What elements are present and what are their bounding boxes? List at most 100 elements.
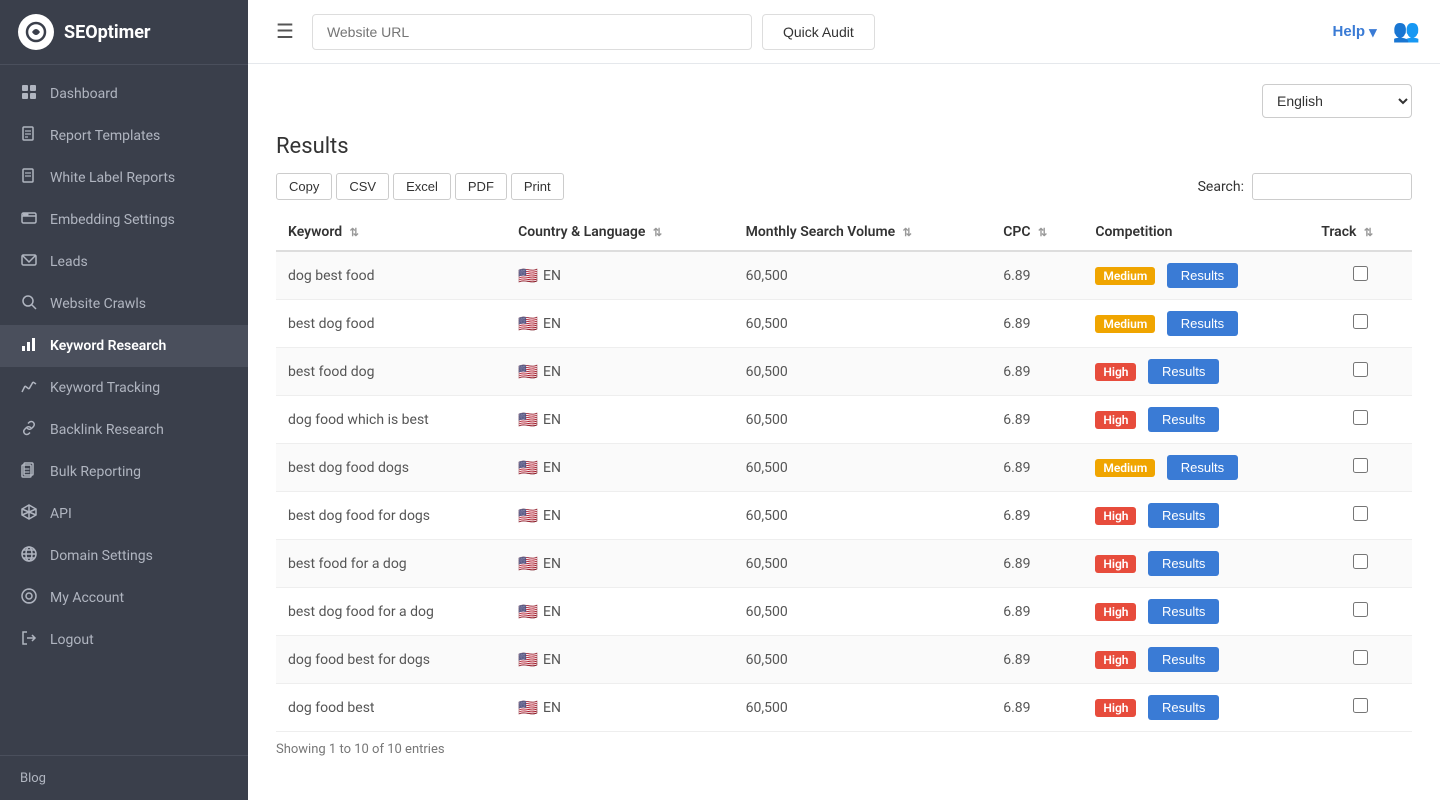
track-checkbox[interactable] (1353, 410, 1368, 425)
language-code: EN (543, 652, 561, 668)
results-button[interactable]: Results (1167, 263, 1238, 288)
nav-icon-leads (20, 252, 38, 272)
track-checkbox[interactable] (1353, 554, 1368, 569)
cell-competition: Medium Results (1083, 251, 1309, 300)
showing-text: Showing 1 to 10 of 10 entries (276, 742, 1412, 757)
language-code: EN (543, 556, 561, 572)
nav-icon-keyword-research (20, 336, 38, 356)
nav-label-website-crawls: Website Crawls (50, 296, 146, 312)
results-button[interactable]: Results (1148, 407, 1219, 432)
sidebar-item-white-label-reports[interactable]: White Label Reports (0, 157, 248, 199)
results-button[interactable]: Results (1148, 599, 1219, 624)
nav-icon-embedding-settings (20, 210, 38, 230)
search-bar: Search: (1198, 173, 1412, 200)
track-checkbox[interactable] (1353, 362, 1368, 377)
sidebar-item-report-templates[interactable]: Report Templates (0, 115, 248, 157)
cell-cpc: 6.89 (991, 444, 1083, 492)
results-button[interactable]: Results (1167, 311, 1238, 336)
sidebar-item-backlink-research[interactable]: Backlink Research (0, 409, 248, 451)
sidebar-item-my-account[interactable]: My Account (0, 577, 248, 619)
hamburger-button[interactable]: ☰ (268, 15, 302, 48)
sidebar-item-website-crawls[interactable]: Website Crawls (0, 283, 248, 325)
flag-icon: 🇺🇸 (518, 410, 538, 429)
export-csv-button[interactable]: CSV (336, 173, 389, 200)
search-input[interactable] (1252, 173, 1412, 200)
sidebar-item-leads[interactable]: Leads (0, 241, 248, 283)
export-copy-button[interactable]: Copy (276, 173, 332, 200)
results-button[interactable]: Results (1148, 551, 1219, 576)
table-row: best food dog 🇺🇸 EN 60,500 6.89 High Res… (276, 348, 1412, 396)
table-row: dog food which is best 🇺🇸 EN 60,500 6.89… (276, 396, 1412, 444)
nav-label-keyword-tracking: Keyword Tracking (50, 380, 160, 396)
cell-keyword: best food dog (276, 348, 506, 396)
results-button[interactable]: Results (1167, 455, 1238, 480)
sidebar-item-bulk-reporting[interactable]: Bulk Reporting (0, 451, 248, 493)
track-checkbox[interactable] (1353, 266, 1368, 281)
cell-track (1309, 444, 1412, 492)
sidebar-footer: Blog (0, 755, 248, 800)
results-button[interactable]: Results (1148, 503, 1219, 528)
competition-badge: High (1095, 603, 1136, 621)
flag-icon: 🇺🇸 (518, 650, 538, 669)
cell-country-language: 🇺🇸 EN (506, 684, 734, 732)
nav-label-keyword-research: Keyword Research (50, 338, 166, 354)
track-checkbox[interactable] (1353, 506, 1368, 521)
sidebar-item-dashboard[interactable]: Dashboard (0, 73, 248, 115)
quick-audit-button[interactable]: Quick Audit (762, 14, 875, 50)
sidebar-item-api[interactable]: API (0, 493, 248, 535)
nav-label-bulk-reporting: Bulk Reporting (50, 464, 141, 480)
nav-icon-report-templates (20, 126, 38, 146)
export-excel-button[interactable]: Excel (393, 173, 451, 200)
cell-track (1309, 636, 1412, 684)
cell-cpc: 6.89 (991, 396, 1083, 444)
flag-icon: 🇺🇸 (518, 314, 538, 333)
nav-label-dashboard: Dashboard (50, 86, 118, 102)
track-checkbox[interactable] (1353, 698, 1368, 713)
cell-competition: High Results (1083, 492, 1309, 540)
cell-competition: Medium Results (1083, 300, 1309, 348)
sidebar-item-domain-settings[interactable]: Domain Settings (0, 535, 248, 577)
help-button[interactable]: Help ▾ (1333, 23, 1377, 41)
cell-competition: High Results (1083, 348, 1309, 396)
cell-track (1309, 588, 1412, 636)
cell-cpc: 6.89 (991, 251, 1083, 300)
results-button[interactable]: Results (1148, 647, 1219, 672)
track-checkbox[interactable] (1353, 650, 1368, 665)
export-print-button[interactable]: Print (511, 173, 564, 200)
blog-link[interactable]: Blog (20, 771, 46, 786)
flag-icon: 🇺🇸 (518, 602, 538, 621)
cell-cpc: 6.89 (991, 348, 1083, 396)
nav-label-leads: Leads (50, 254, 88, 270)
results-button[interactable]: Results (1148, 695, 1219, 720)
track-checkbox[interactable] (1353, 314, 1368, 329)
nav-label-my-account: My Account (50, 590, 124, 606)
nav-icon-my-account (20, 588, 38, 608)
sidebar-nav: Dashboard Report Templates White Label R… (0, 65, 248, 755)
website-url-input[interactable] (312, 14, 752, 50)
sidebar-item-logout[interactable]: Logout (0, 619, 248, 661)
language-code: EN (543, 700, 561, 716)
table-row: best dog food for a dog 🇺🇸 EN 60,500 6.8… (276, 588, 1412, 636)
track-checkbox[interactable] (1353, 458, 1368, 473)
results-button[interactable]: Results (1148, 359, 1219, 384)
cell-track (1309, 396, 1412, 444)
language-code: EN (543, 460, 561, 476)
user-avatar-icon[interactable]: 👥 (1393, 19, 1420, 44)
cell-cpc: 6.89 (991, 588, 1083, 636)
search-label: Search: (1198, 179, 1244, 195)
sidebar-item-embedding-settings[interactable]: Embedding Settings (0, 199, 248, 241)
cell-keyword: best dog food for dogs (276, 492, 506, 540)
export-pdf-button[interactable]: PDF (455, 173, 507, 200)
table-row: best dog food dogs 🇺🇸 EN 60,500 6.89 Med… (276, 444, 1412, 492)
main-content: ☰ Quick Audit Help ▾ 👥 EnglishSpanishFre… (248, 0, 1440, 800)
sidebar-item-keyword-research[interactable]: Keyword Research (0, 325, 248, 367)
logo-text: SEOptimer (64, 22, 151, 43)
cell-monthly-volume: 60,500 (734, 251, 992, 300)
track-checkbox[interactable] (1353, 602, 1368, 617)
col-cpc: CPC ⇅ (991, 214, 1083, 251)
cell-cpc: 6.89 (991, 636, 1083, 684)
results-title: Results (276, 134, 1412, 159)
competition-badge: High (1095, 699, 1136, 717)
language-select[interactable]: EnglishSpanishFrenchGermanItalian (1262, 84, 1412, 118)
sidebar-item-keyword-tracking[interactable]: Keyword Tracking (0, 367, 248, 409)
